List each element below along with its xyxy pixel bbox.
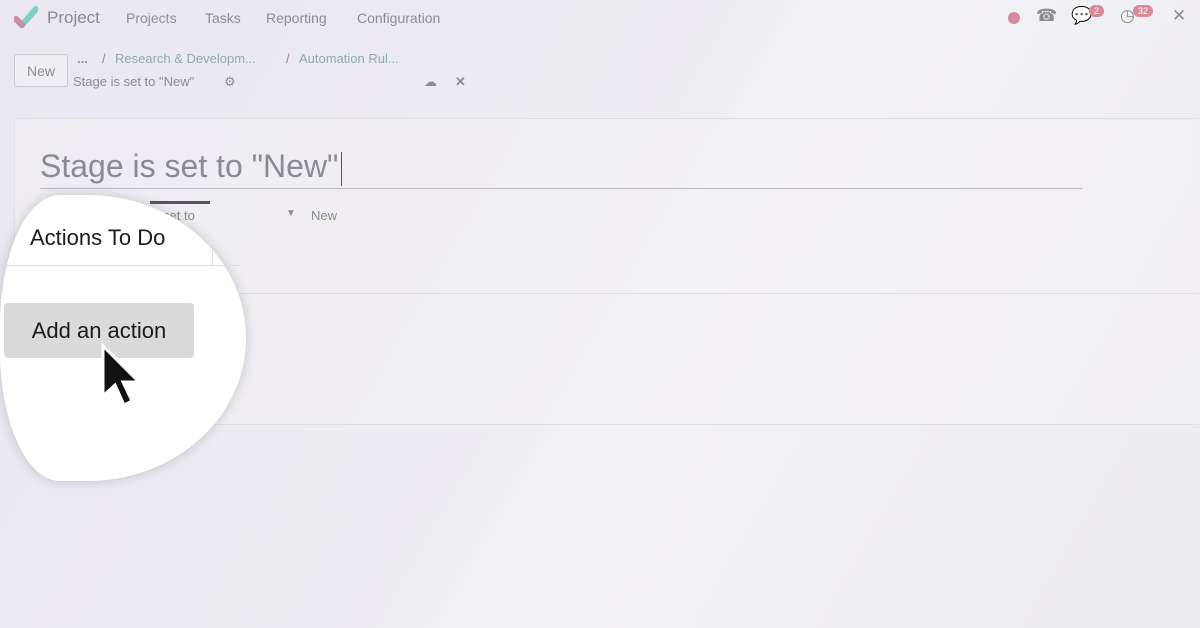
record-name: Stage is set to "New" [73, 74, 195, 89]
rule-name-input[interactable]: Stage is set to "New" [40, 148, 1082, 189]
breadcrumb-sep: / [102, 51, 106, 66]
tools-icon[interactable]: ✕ [1172, 6, 1186, 26]
menu-tasks[interactable]: Tasks [205, 10, 241, 26]
breadcrumb-sep: / [286, 51, 290, 66]
messages-badge: 2 [1089, 5, 1105, 17]
trigger-value[interactable]: New [311, 208, 337, 223]
dropdown-caret-icon[interactable]: ▼ [286, 208, 296, 219]
text-caret [341, 151, 343, 186]
phone-icon[interactable]: ☎ [1036, 6, 1057, 26]
menu-configuration[interactable]: Configuration [357, 10, 440, 26]
new-button[interactable]: New [14, 54, 68, 87]
app-name[interactable]: Project [47, 8, 100, 28]
mouse-cursor-icon [101, 343, 142, 408]
breadcrumb-automation[interactable]: Automation Rul... [299, 51, 399, 66]
project-logo-icon[interactable] [14, 6, 38, 28]
rule-name-value: Stage is set to "New" [40, 148, 339, 184]
tab-underline [0, 265, 240, 266]
menu-projects[interactable]: Projects [126, 10, 177, 26]
gear-icon[interactable]: ⚙ [224, 74, 236, 90]
save-cloud-icon[interactable]: ☁ [424, 74, 437, 90]
top-navbar: Project Projects Tasks Reporting Configu… [0, 0, 1200, 36]
breadcrumb-ellipsis[interactable]: ... [77, 51, 88, 66]
discard-icon[interactable]: ✕ [455, 74, 466, 90]
tab-separator [212, 240, 213, 266]
status-dot-icon[interactable] [1008, 12, 1020, 24]
tab-indicator [150, 201, 210, 204]
tab-actions-to-do[interactable]: Actions To Do [30, 225, 165, 251]
activities-badge: 32 [1133, 5, 1154, 17]
add-action-button[interactable]: Add an action [4, 303, 194, 358]
breadcrumb-project[interactable]: Research & Developm... [115, 51, 256, 66]
menu-reporting[interactable]: Reporting [266, 10, 327, 26]
